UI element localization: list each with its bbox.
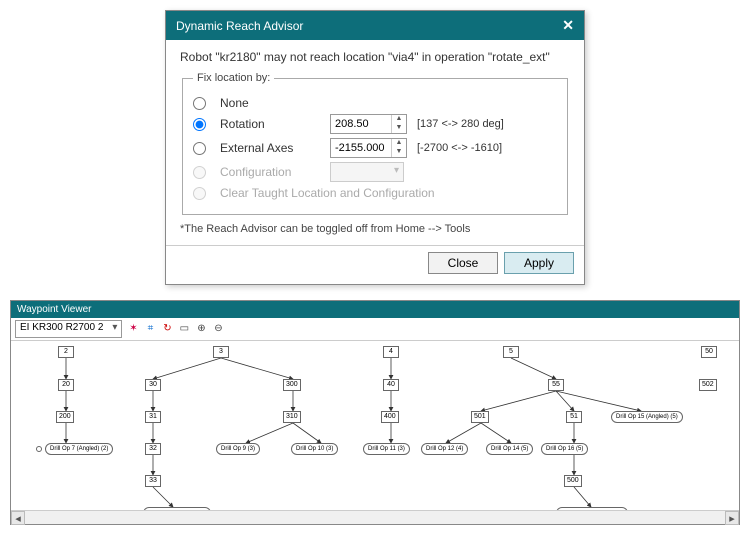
refresh-icon[interactable]: ↻ <box>160 322 174 336</box>
radio-clear <box>193 187 206 200</box>
waypoint-viewer-title: Waypoint Viewer <box>11 301 739 318</box>
reach-advisor-dialog: Dynamic Reach Advisor ✕ Robot "kr2180" m… <box>165 10 585 285</box>
dialog-titlebar: Dynamic Reach Advisor ✕ <box>166 11 584 40</box>
dialog-button-bar: Close Apply <box>166 245 584 284</box>
configuration-combo <box>330 162 404 182</box>
radio-external-axes[interactable] <box>193 142 206 155</box>
tree-icon[interactable]: ⌗ <box>143 322 157 336</box>
waypoint-node[interactable]: 33 <box>145 475 161 487</box>
waypoint-node[interactable]: 3 <box>213 346 229 358</box>
close-icon[interactable]: ✕ <box>562 17 574 34</box>
zoom-out-icon[interactable]: ⊖ <box>211 322 225 336</box>
rotation-input[interactable] <box>331 115 391 133</box>
graph-icon[interactable]: ✶ <box>126 322 140 336</box>
radio-rotation[interactable] <box>193 118 206 131</box>
operation-node[interactable]: Drill Op 14 (5) <box>486 443 533 455</box>
rotation-spin-down-icon[interactable]: ▼ <box>392 124 406 133</box>
rotation-spin-up-icon[interactable]: ▲ <box>392 115 406 124</box>
waypoint-node[interactable]: 30 <box>145 379 161 391</box>
waypoint-node[interactable]: 20 <box>58 379 74 391</box>
fix-location-groupbox: Fix location by: None Rotation ▲ ▼ [137 … <box>182 72 568 215</box>
label-configuration: Configuration <box>220 165 320 179</box>
extaxes-input[interactable] <box>331 139 391 157</box>
scroll-right-icon[interactable]: ▸ <box>725 511 739 525</box>
waypoint-node[interactable]: 300 <box>283 379 301 391</box>
waypoint-node[interactable]: 200 <box>56 411 74 423</box>
operation-node[interactable]: Drill Op 11 (3) <box>363 443 410 455</box>
label-clear: Clear Taught Location and Configuration <box>220 186 435 200</box>
radio-none[interactable] <box>193 97 206 110</box>
scroll-left-icon[interactable]: ◂ <box>11 511 25 525</box>
dialog-body: Robot "kr2180" may not reach location "v… <box>166 40 584 245</box>
rotation-range: [137 <-> 280 deg] <box>417 118 504 130</box>
operation-node[interactable]: Drill Op 9 (3) <box>216 443 260 455</box>
label-none: None <box>220 96 320 110</box>
waypoint-node[interactable]: 4 <box>383 346 399 358</box>
waypoint-node[interactable]: 32 <box>145 443 161 455</box>
marker-icon <box>36 446 42 452</box>
waypoint-node[interactable]: 31 <box>145 411 161 423</box>
operation-node[interactable]: Drill Op 7 (Angled) (2) <box>45 443 113 455</box>
zoom-fit-icon[interactable]: ▭ <box>177 322 191 336</box>
waypoint-node[interactable]: 40 <box>383 379 399 391</box>
waypoint-node[interactable]: 2 <box>58 346 74 358</box>
close-button[interactable]: Close <box>428 252 498 274</box>
waypoint-node[interactable]: 5 <box>503 346 519 358</box>
extaxes-spin-up-icon[interactable]: ▲ <box>392 139 406 148</box>
label-rotation: Rotation <box>220 117 320 131</box>
waypoint-node[interactable]: 310 <box>283 411 301 423</box>
waypoint-node[interactable]: 500 <box>564 475 582 487</box>
operation-node[interactable]: Drill Op 10 (3) <box>291 443 338 455</box>
waypoint-node[interactable]: 400 <box>381 411 399 423</box>
operation-node[interactable]: Drill Op 12 (4) <box>421 443 468 455</box>
operation-node[interactable]: Drill Op 15 (Angled) (5) <box>611 411 683 423</box>
extaxes-spin-down-icon[interactable]: ▼ <box>392 148 406 157</box>
radio-configuration <box>193 166 206 179</box>
waypoint-canvas[interactable]: 2 20 200 Drill Op 7 (Angled) (2) 3 30 31… <box>11 341 739 510</box>
horizontal-scrollbar[interactable]: ◂ ▸ <box>11 510 739 524</box>
waypoint-node[interactable]: 501 <box>471 411 489 423</box>
dialog-title: Dynamic Reach Advisor <box>176 19 303 33</box>
waypoint-node[interactable]: 51 <box>566 411 582 423</box>
toggle-hint: *The Reach Advisor can be toggled off fr… <box>180 223 570 235</box>
robot-combo[interactable]: EI KR300 R2700 2 <box>15 320 122 338</box>
apply-button[interactable]: Apply <box>504 252 574 274</box>
label-external-axes: External Axes <box>220 141 320 155</box>
waypoint-node[interactable]: 55 <box>548 379 564 391</box>
waypoint-viewer-panel: Waypoint Viewer EI KR300 R2700 2 ✶ ⌗ ↻ ▭… <box>10 300 740 525</box>
rotation-spinner[interactable]: ▲ ▼ <box>330 114 407 134</box>
zoom-in-icon[interactable]: ⊕ <box>194 322 208 336</box>
waypoint-node[interactable]: 50 <box>701 346 717 358</box>
waypoint-toolbar: EI KR300 R2700 2 ✶ ⌗ ↻ ▭ ⊕ ⊖ <box>11 318 739 341</box>
extaxes-spinner[interactable]: ▲ ▼ <box>330 138 407 158</box>
reach-message: Robot "kr2180" may not reach location "v… <box>180 50 570 64</box>
groupbox-legend: Fix location by: <box>193 72 274 84</box>
operation-node[interactable]: Drill Op 16 (5) <box>541 443 588 455</box>
extaxes-range: [-2700 <-> -1610] <box>417 142 502 154</box>
waypoint-node[interactable]: 502 <box>699 379 717 391</box>
